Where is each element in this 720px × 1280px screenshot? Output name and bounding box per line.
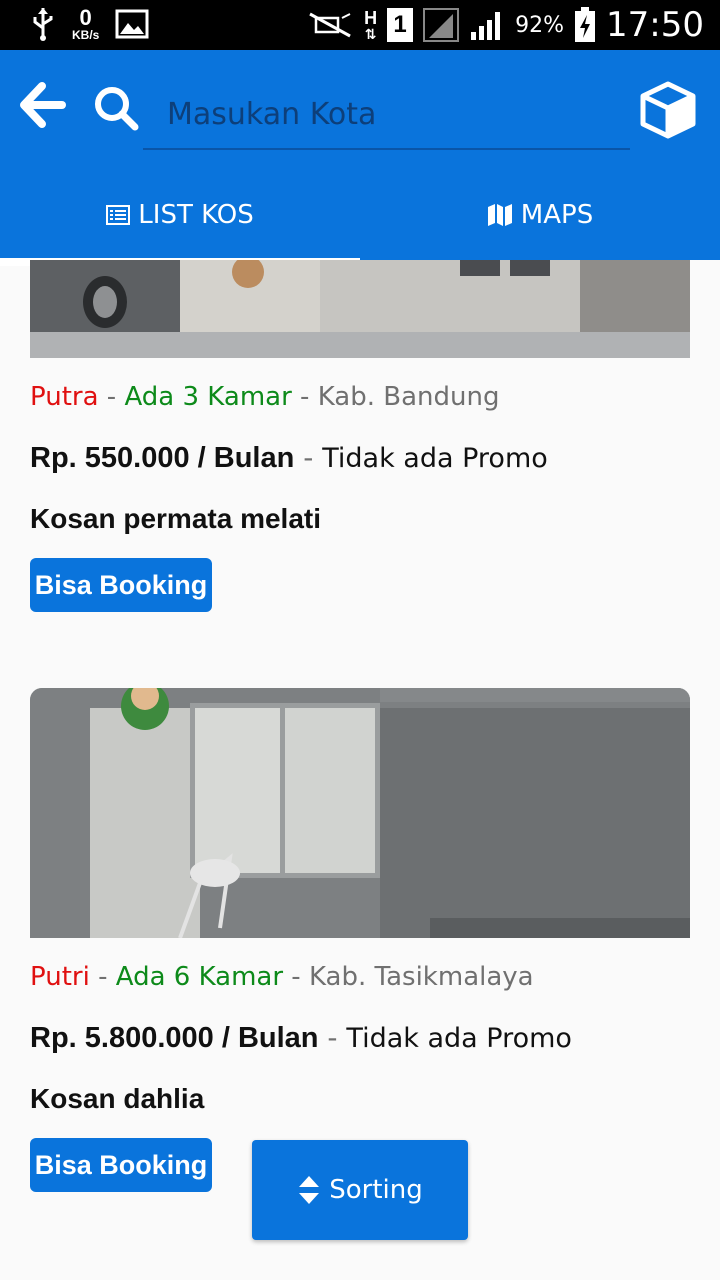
clock: 17:50: [606, 5, 704, 45]
booking-label: Bisa Booking: [34, 569, 208, 600]
booking-label: Bisa Booking: [34, 1149, 208, 1180]
listing-photo[interactable]: [30, 260, 690, 358]
price-label: Rp. 550.000 / Bulan: [30, 442, 295, 474]
back-arrow-icon[interactable]: [20, 82, 66, 128]
availability-label: Ada 6 Kamar: [115, 962, 284, 992]
location-label: Kab. Bandung: [317, 382, 500, 412]
network-speed: 0 KB/s: [72, 5, 100, 42]
tab-label: MAPS: [520, 200, 594, 230]
listing-photo-art: [30, 688, 690, 938]
tab-list-kos[interactable]: LIST KOS: [0, 170, 360, 266]
battery-charging-icon: [575, 7, 596, 42]
usb-icon: [33, 8, 53, 41]
kos-list[interactable]: Putra - Ada 3 Kamar - Kab. Bandung Rp. 5…: [0, 260, 720, 1280]
availability-label: Ada 3 Kamar: [124, 382, 292, 412]
promo-label: Tidak ada Promo: [322, 443, 548, 474]
sort-icon: [299, 1176, 320, 1204]
listing-meta: Putri - Ada 6 Kamar - Kab. Tasikmalaya: [30, 962, 534, 992]
search-input[interactable]: [143, 80, 630, 148]
mute-icon: [309, 12, 351, 38]
listing-title[interactable]: Kosan dahlia: [30, 1083, 204, 1115]
sim-indicator: 1: [387, 8, 414, 42]
gender-label: Putri: [30, 962, 90, 992]
battery-percent: 92%: [515, 12, 565, 38]
gender-label: Putra: [30, 382, 99, 412]
booking-button[interactable]: Bisa Booking: [30, 558, 212, 612]
listing-meta: Putra - Ada 3 Kamar - Kab. Bandung: [30, 382, 500, 412]
app-bar: LIST KOS MAPS: [0, 50, 720, 266]
list-icon: [106, 205, 131, 225]
listing-title[interactable]: Kosan permata melati: [30, 503, 321, 535]
price-line: Rp. 550.000 / Bulan - Tidak ada Promo: [30, 441, 548, 474]
listing-photo-art: [30, 260, 690, 358]
price-line: Rp. 5.800.000 / Bulan - Tidak ada Promo: [30, 1021, 572, 1054]
search-field[interactable]: [143, 80, 630, 150]
cube-icon[interactable]: [638, 80, 698, 140]
tab-bar: LIST KOS MAPS: [0, 170, 720, 266]
signal-sim1-icon: [423, 8, 460, 42]
map-icon: [487, 204, 512, 226]
price-label: Rp. 5.800.000 / Bulan: [30, 1022, 319, 1054]
image-icon: [115, 9, 149, 39]
listing-photo[interactable]: [30, 688, 690, 938]
sorting-button[interactable]: Sorting: [252, 1140, 468, 1240]
location-label: Kab. Tasikmalaya: [308, 962, 534, 992]
status-bar: 0 KB/s H ⇅ 1 92% 17:50: [0, 0, 720, 50]
sorting-label: Sorting: [329, 1175, 423, 1205]
tab-maps[interactable]: MAPS: [360, 170, 720, 260]
network-type-indicator: H ⇅: [364, 8, 378, 42]
signal-sim2-icon: [471, 12, 501, 40]
search-icon[interactable]: [92, 84, 140, 132]
promo-label: Tidak ada Promo: [346, 1023, 572, 1054]
booking-button[interactable]: Bisa Booking: [30, 1138, 212, 1192]
tab-label: LIST KOS: [138, 200, 254, 230]
